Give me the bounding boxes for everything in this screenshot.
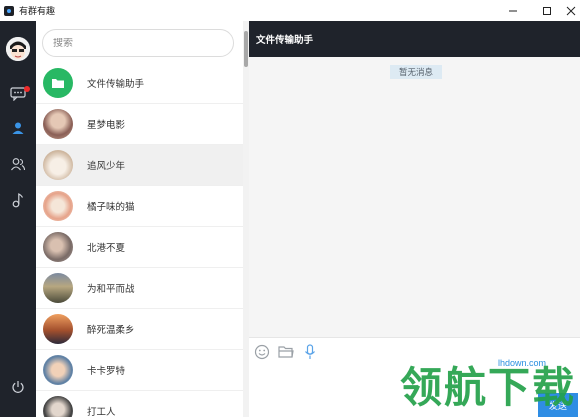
contact-name: 为和平而战 — [87, 284, 135, 295]
close-icon — [566, 6, 576, 15]
folder-icon — [278, 346, 294, 358]
chat-header: 文件传输助手 — [249, 21, 580, 57]
close-button[interactable] — [554, 0, 580, 21]
contact-name: 北港不夏 — [87, 243, 126, 254]
folder-avatar-icon — [43, 68, 73, 98]
user-avatar — [43, 396, 73, 417]
minimize-icon — [509, 10, 517, 11]
rail-messages-button[interactable] — [8, 84, 30, 104]
microphone-icon — [305, 344, 315, 359]
contacts-panel: 文件传输助手 星梦电影 追风少年 橘子味的猫 北港不夏 为和平而战 — [36, 21, 243, 417]
scrollbar-thumb[interactable] — [244, 31, 248, 67]
user-avatar — [43, 355, 73, 385]
contact-icon — [12, 122, 24, 134]
nav-rail — [0, 21, 36, 417]
rail-groups-button[interactable] — [8, 154, 28, 174]
search-input[interactable] — [53, 37, 223, 49]
user-avatar — [43, 273, 73, 303]
contact-list: 文件传输助手 星梦电影 追风少年 橘子味的猫 北港不夏 为和平而战 醉死温柔乡 … — [36, 63, 243, 417]
minimize-button[interactable] — [496, 0, 530, 21]
contact-name: 打工人 — [87, 407, 116, 417]
input-toolbar — [253, 340, 319, 364]
cartoon-avatar-icon — [6, 37, 30, 61]
file-button[interactable] — [277, 343, 295, 361]
power-icon — [12, 381, 24, 393]
message-input-area[interactable]: 发送 — [249, 337, 580, 417]
title-bar: 有群有趣 — [0, 0, 580, 21]
contact-name: 星梦电影 — [87, 120, 126, 131]
user-avatar — [43, 191, 73, 221]
contact-item[interactable]: 打工人 — [36, 391, 243, 417]
contact-item[interactable]: 橘子味的猫 — [36, 186, 243, 227]
contact-item[interactable]: 北港不夏 — [36, 227, 243, 268]
contact-item[interactable]: 卡卡罗特 — [36, 350, 243, 391]
contact-name: 卡卡罗特 — [87, 366, 126, 377]
contact-item[interactable]: 文件传输助手 — [36, 63, 243, 104]
contact-name: 醉死温柔乡 — [87, 325, 135, 336]
emoji-icon — [254, 344, 270, 360]
rail-contacts-button[interactable] — [8, 118, 28, 138]
window-title: 有群有趣 — [19, 7, 56, 17]
group-icon — [11, 158, 26, 171]
contact-item[interactable]: 星梦电影 — [36, 104, 243, 145]
user-avatar — [43, 232, 73, 262]
search-box[interactable] — [42, 29, 234, 57]
app-logo-icon — [4, 5, 14, 16]
rail-power-button[interactable] — [8, 377, 28, 397]
user-avatar — [43, 314, 73, 344]
maximize-icon — [543, 6, 551, 15]
emoji-button[interactable] — [253, 343, 271, 361]
rail-music-button[interactable] — [8, 190, 28, 210]
user-avatar — [43, 109, 73, 139]
contact-name: 文件传输助手 — [87, 79, 145, 90]
user-avatar — [43, 150, 73, 180]
contact-name: 追风少年 — [87, 161, 126, 172]
avatar[interactable] — [6, 37, 30, 61]
app-window: 有群有趣 搜索 文件传输助手 星梦电影 追风少年 橘子味的猫 北港不夏 为和平而… — [0, 0, 580, 417]
contact-item[interactable]: 醉死温柔乡 — [36, 309, 243, 350]
voice-button[interactable] — [301, 343, 319, 361]
empty-messages-label: 暂无消息 — [390, 65, 443, 79]
contact-name: 橘子味的猫 — [87, 202, 135, 213]
chat-title: 文件传输助手 — [256, 35, 314, 46]
unread-badge — [24, 86, 30, 92]
contact-item[interactable]: 为和平而战 — [36, 268, 243, 309]
send-button[interactable]: 发送 — [538, 393, 578, 417]
chat-panel: 文件传输助手 暂无消息 发送 — [249, 21, 580, 417]
music-note-icon — [12, 193, 24, 208]
contact-item[interactable]: 追风少年 — [36, 145, 243, 186]
